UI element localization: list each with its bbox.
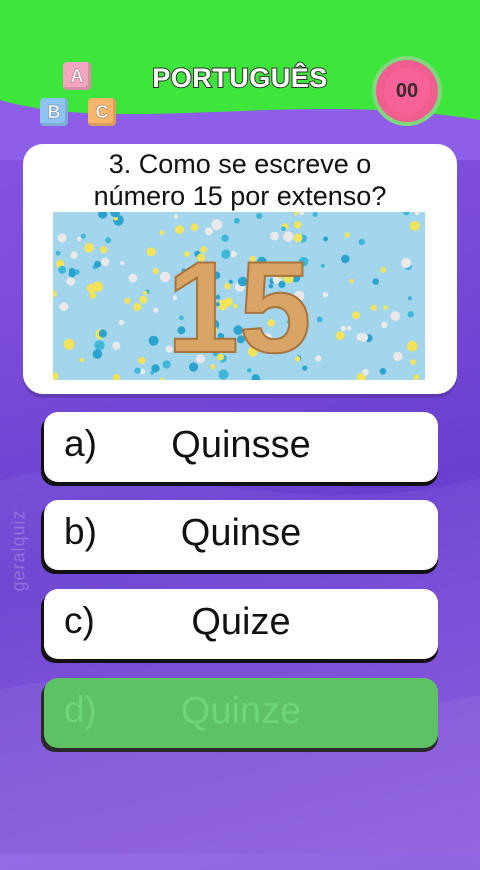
confetti-dot	[120, 261, 125, 266]
confetti-dot	[370, 304, 377, 311]
confetti-dot	[105, 237, 112, 244]
confetti-dot	[139, 295, 148, 304]
confetti-dot	[134, 367, 141, 374]
confetti-number-image: 15	[53, 212, 425, 380]
confetti-dot	[94, 340, 105, 351]
candle-number: 15	[167, 234, 312, 380]
confetti-dot	[293, 221, 302, 229]
confetti-dot	[362, 368, 369, 376]
confetti-dot	[379, 368, 387, 375]
confetti-dot	[173, 214, 179, 219]
confetti-dot	[128, 273, 138, 283]
confetti-dot	[76, 236, 82, 242]
block-c-icon: C	[88, 98, 116, 126]
confetti-dot	[315, 355, 322, 362]
option-d-button[interactable]: d) Quinze	[44, 678, 438, 748]
confetti-dot	[148, 335, 159, 346]
confetti-dot	[256, 212, 263, 220]
confetti-dot	[372, 278, 380, 285]
confetti-dot	[100, 246, 108, 254]
confetti-dot	[58, 265, 67, 274]
confetti-dot	[98, 329, 107, 338]
confetti-dot	[66, 276, 76, 286]
confetti-dot	[68, 267, 76, 275]
confetti-dot	[133, 302, 142, 312]
confetti-dot	[341, 254, 350, 264]
score-value: 00	[384, 68, 430, 114]
confetti-dot	[146, 247, 156, 257]
confetti-dot	[143, 290, 148, 296]
watermark: geralquiz	[8, 509, 29, 592]
question-line-2: número 15 por extenso?	[93, 181, 387, 211]
confetti-dot	[335, 331, 345, 341]
question-image: 15	[53, 212, 425, 380]
confetti-dot	[79, 357, 84, 363]
confetti-dot	[138, 356, 146, 365]
confetti-dot	[55, 250, 61, 256]
confetti-dot	[390, 311, 401, 321]
confetti-dot	[393, 351, 403, 362]
confetti-dot	[358, 238, 365, 246]
confetti-dot	[323, 236, 329, 242]
confetti-dot	[175, 225, 184, 234]
option-d-text: Quinze	[180, 690, 302, 732]
option-c-button[interactable]: c) Quize	[44, 589, 438, 659]
question-line-1: 3. Como se escreve o	[108, 149, 372, 179]
confetti-dot	[86, 283, 96, 293]
option-a-button[interactable]: a) Quinsse	[44, 412, 438, 482]
confetti-dot	[340, 325, 346, 332]
block-b-icon: B	[40, 98, 68, 126]
option-b-text: Quinse	[180, 512, 302, 554]
confetti-dot	[118, 319, 125, 326]
confetti-dot	[124, 297, 131, 304]
confetti-dot	[57, 233, 67, 243]
confetti-dot	[409, 221, 420, 231]
confetti-dot	[383, 305, 388, 310]
confetti-dot	[84, 242, 94, 253]
score-badge: 00	[376, 60, 438, 122]
confetti-dot	[112, 341, 121, 350]
confetti-dot	[407, 340, 418, 352]
confetti-dot	[316, 316, 323, 323]
confetti-dot	[70, 251, 78, 259]
question-text: 3. Como se escreve o número 15 por exten…	[0, 148, 480, 212]
confetti-dot	[159, 230, 165, 236]
confetti-dot	[80, 233, 86, 239]
confetti-dot	[92, 349, 103, 359]
confetti-dot	[152, 268, 159, 275]
confetti-dot	[59, 302, 69, 312]
option-b-button[interactable]: b) Quinse	[44, 500, 438, 570]
confetti-dot	[407, 296, 412, 301]
confetti-dot	[190, 223, 199, 231]
confetti-dot	[233, 217, 240, 224]
confetti-dot	[281, 226, 286, 231]
confetti-dot	[344, 232, 350, 238]
confetti-dot	[380, 267, 387, 273]
confetti-dot	[407, 311, 414, 318]
confetti-dot	[349, 278, 354, 284]
confetti-dot	[153, 307, 159, 313]
confetti-dot	[401, 257, 412, 269]
confetti-dot	[94, 260, 102, 268]
confetti-dot	[320, 263, 325, 268]
confetti-dot	[312, 212, 318, 217]
confetti-dot	[211, 219, 223, 231]
confetti-dot	[413, 374, 420, 380]
confetti-dot	[63, 338, 75, 350]
confetti-dot	[381, 321, 388, 329]
confetti-dot	[359, 333, 369, 342]
confetti-dot	[322, 291, 329, 298]
option-c-text: Quize	[191, 601, 291, 643]
confetti-dot	[346, 326, 352, 331]
confetti-dot	[410, 359, 416, 365]
confetti-dot	[151, 364, 160, 373]
confetti-dot	[89, 291, 97, 299]
confetti-dot	[352, 311, 360, 320]
confetti-dot	[101, 257, 110, 267]
option-a-text: Quinsse	[171, 424, 311, 466]
